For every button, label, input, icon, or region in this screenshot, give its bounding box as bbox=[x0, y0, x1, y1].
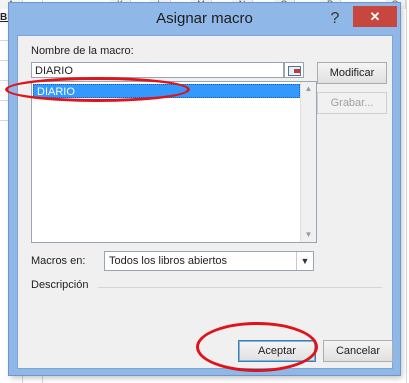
help-icon[interactable]: ? bbox=[325, 9, 345, 29]
annotation-oval-ok-button bbox=[196, 322, 318, 372]
cancel-button[interactable]: Cancelar bbox=[323, 340, 393, 362]
macro-list[interactable]: DIARIO ▲ ▼ bbox=[31, 81, 317, 243]
scroll-up-icon[interactable]: ▲ bbox=[301, 82, 316, 96]
scroll-down-icon[interactable]: ▼ bbox=[301, 228, 316, 242]
modify-button[interactable]: Modificar bbox=[317, 62, 387, 84]
grid-line bbox=[406, 0, 407, 383]
macros-in-select[interactable]: Todos los libros abiertos ▼ bbox=[104, 251, 314, 271]
close-icon[interactable]: ✕ bbox=[353, 6, 397, 27]
vertical-scrollbar[interactable]: ▲ ▼ bbox=[300, 82, 316, 242]
range-select-icon[interactable] bbox=[284, 62, 304, 78]
chevron-down-icon[interactable]: ▼ bbox=[296, 252, 313, 270]
assign-macro-dialog: Asignar macro ? ✕ Nombre de la macro: DI… bbox=[9, 3, 400, 375]
description-label: Descripción bbox=[31, 279, 89, 291]
description-divider bbox=[98, 287, 382, 288]
macro-name-input[interactable]: DIARIO bbox=[31, 62, 284, 78]
macros-in-label: Macros en: bbox=[31, 255, 86, 267]
record-button[interactable]: Grabar... bbox=[317, 92, 387, 114]
title-bar[interactable]: Asignar macro ? ✕ bbox=[9, 3, 400, 35]
annotation-oval-list-item bbox=[5, 77, 190, 102]
macros-in-value: Todos los libros abiertos bbox=[109, 255, 228, 267]
macro-name-label: Nombre de la macro: bbox=[31, 45, 134, 57]
